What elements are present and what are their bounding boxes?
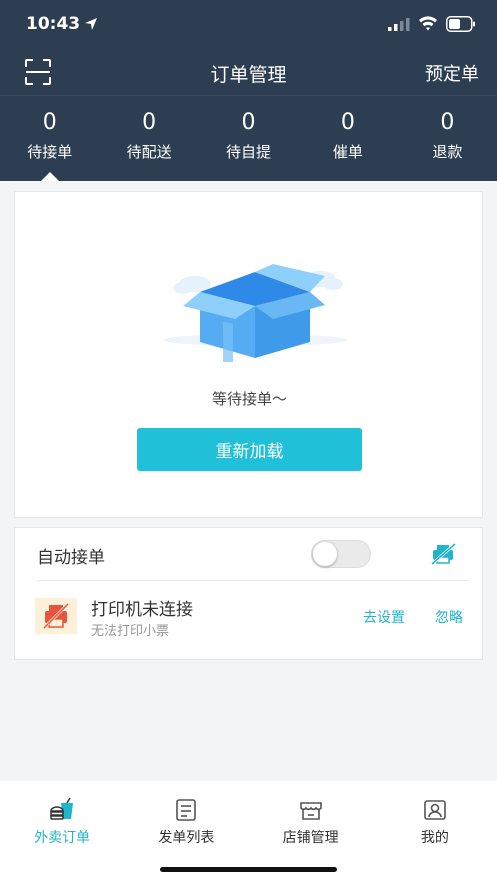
stat-label: 待配送 bbox=[126, 143, 172, 161]
order-list-icon bbox=[176, 799, 197, 821]
takeout-icon bbox=[50, 797, 74, 820]
tab-profile[interactable]: 我的 bbox=[373, 781, 497, 883]
tab-label: 我的 bbox=[420, 830, 449, 846]
stat-label: 催单 bbox=[332, 143, 363, 161]
stat-count: 0 bbox=[440, 110, 455, 135]
wifi-icon bbox=[419, 16, 437, 31]
reload-button[interactable]: 重新加载 bbox=[137, 428, 362, 471]
tab-label: 店铺管理 bbox=[282, 830, 339, 846]
empty-state-card: 等待接单～ 重新加载 bbox=[14, 191, 483, 518]
empty-message: 等待接单～ bbox=[211, 390, 287, 408]
tab-label: 发单列表 bbox=[158, 830, 215, 846]
toggle-knob bbox=[313, 542, 337, 566]
main-content: 等待接单～ 重新加载 自动接单 打印机未连接 无法打印小票 去设置 忽略 bbox=[0, 181, 497, 781]
status-time: 10:43 bbox=[26, 14, 81, 34]
printer-status-title: 打印机未连接 bbox=[91, 600, 193, 620]
stat-count: 0 bbox=[340, 110, 355, 135]
settings-card: 自动接单 打印机未连接 无法打印小票 去设置 忽略 bbox=[14, 527, 483, 660]
printer-link-icon[interactable] bbox=[431, 542, 457, 566]
profile-icon bbox=[424, 800, 446, 820]
auto-accept-row: 自动接单 bbox=[15, 528, 484, 580]
tab-reminders[interactable]: 0 催单 bbox=[298, 100, 397, 181]
stat-label: 待接单 bbox=[27, 143, 73, 161]
order-status-tabs: 0 待接单 0 待配送 0 待自提 0 催单 0 退款 bbox=[0, 100, 497, 181]
status-bar: 10:43 bbox=[0, 0, 497, 48]
stat-count: 0 bbox=[241, 110, 256, 135]
nav-bar: 订单管理 预定单 bbox=[0, 48, 497, 96]
reservation-orders-button[interactable]: 预定单 bbox=[425, 60, 479, 86]
stat-label: 退款 bbox=[432, 143, 463, 161]
tab-label: 外卖订单 bbox=[34, 830, 91, 846]
tab-pending-delivery[interactable]: 0 待配送 bbox=[99, 100, 198, 181]
tab-takeout-orders[interactable]: 外卖订单 bbox=[0, 781, 124, 883]
stat-count: 0 bbox=[142, 110, 157, 135]
printer-status-subtitle: 无法打印小票 bbox=[91, 624, 170, 639]
home-indicator bbox=[160, 867, 337, 872]
printer-warning-icon bbox=[35, 598, 77, 634]
stat-count: 0 bbox=[42, 110, 57, 135]
tab-refunds[interactable]: 0 退款 bbox=[398, 100, 497, 181]
signal-icon bbox=[388, 18, 410, 31]
location-arrow-icon bbox=[85, 18, 97, 30]
battery-icon bbox=[446, 16, 475, 32]
store-icon bbox=[299, 802, 322, 820]
printer-status-row: 打印机未连接 无法打印小票 去设置 忽略 bbox=[15, 581, 484, 661]
go-settings-link[interactable]: 去设置 bbox=[363, 607, 405, 627]
page-title: 订单管理 bbox=[210, 64, 287, 86]
tab-pending-pickup[interactable]: 0 待自提 bbox=[199, 100, 298, 181]
active-tab-indicator bbox=[40, 172, 59, 181]
empty-box-icon bbox=[163, 264, 347, 362]
stat-label: 待自提 bbox=[226, 143, 272, 161]
auto-accept-label: 自动接单 bbox=[37, 548, 105, 568]
tab-pending-accept[interactable]: 0 待接单 bbox=[0, 100, 99, 181]
header: 10:43 订单管理 预定单 0 待接单 0 待配送 0 待自提 0 催单 0 … bbox=[0, 0, 497, 181]
ignore-link[interactable]: 忽略 bbox=[435, 607, 463, 627]
auto-accept-toggle[interactable] bbox=[311, 540, 371, 568]
